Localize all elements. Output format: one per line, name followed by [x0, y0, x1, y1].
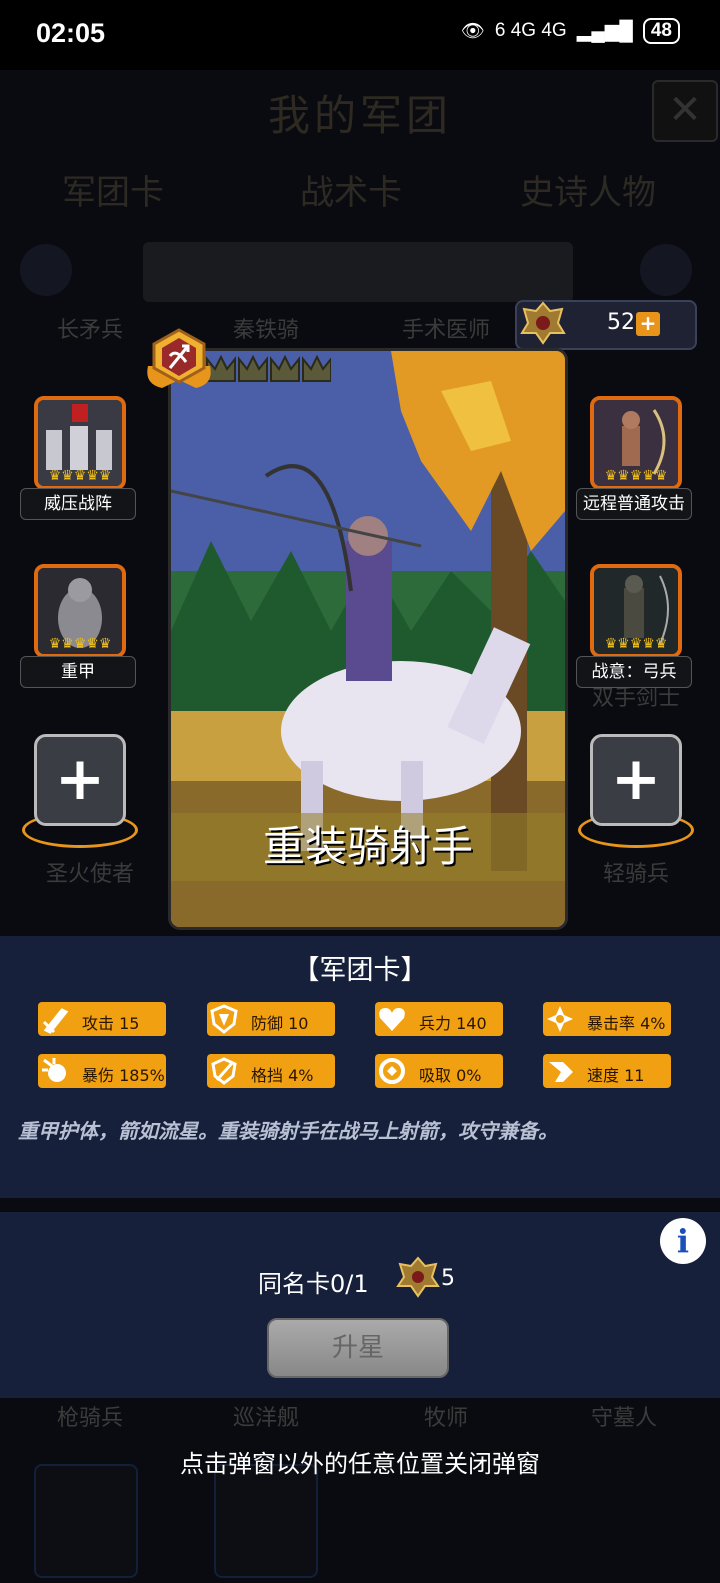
skill-label: 战意：弓兵	[576, 656, 692, 688]
unit-card: 重装骑射手	[168, 348, 568, 930]
search-input[interactable]	[143, 242, 573, 302]
stat-defense: 防御 10	[207, 1002, 335, 1036]
skill-label: 远程普通攻击	[576, 488, 692, 520]
status-icons: 👁 6 4G 4G ▂▄▆█ 48	[461, 18, 680, 44]
card-description: 重甲护体，箭如流星。重装骑射手在战马上射箭，攻守兼备。	[18, 1119, 558, 1143]
panel-title: 【军团卡】	[292, 955, 428, 986]
block-icon	[211, 1057, 237, 1085]
stat-crit-rate: 暴击率 4%	[543, 1002, 671, 1036]
skill-stars: ♛♛♛♛♛	[604, 468, 668, 484]
card-name: 重装骑射手	[171, 813, 565, 881]
rank-value: 52	[607, 310, 635, 335]
upgrade-cost: 5	[441, 1266, 455, 1291]
upgrade-star-button[interactable]: 升星	[267, 1318, 449, 1378]
page-title: 我的军团	[267, 91, 452, 140]
eagle-emblem-icon	[396, 1256, 440, 1298]
unit-slot[interactable]	[34, 1464, 138, 1578]
unit-name: 枪骑兵	[56, 1406, 123, 1431]
list-menu-icon[interactable]	[20, 244, 72, 296]
unit-name: 牧师	[423, 1406, 468, 1431]
skill-label: 威压战阵	[20, 488, 136, 520]
skill-label: 重甲	[20, 656, 136, 688]
stat-attack: 攻击 15	[38, 1002, 166, 1036]
close-hint: 点击弹窗以外的任意位置关闭弹窗	[180, 1450, 540, 1478]
status-bar: 02:05 👁 6 4G 4G ▂▄▆█ 48	[0, 0, 720, 70]
unit-name: 守墓人	[590, 1406, 657, 1431]
tab-epic-characters[interactable]: 史诗人物	[520, 165, 656, 214]
signal-icon: ▂▄▆█	[576, 20, 633, 42]
network-label: 6 4G 4G	[494, 20, 567, 41]
speed-icon	[549, 1062, 573, 1082]
archer-class-badge-icon	[147, 328, 211, 388]
crit-damage-icon	[42, 1058, 66, 1082]
skill-stars: ♛♛♛♛♛	[604, 636, 668, 652]
shield-icon	[210, 1004, 238, 1034]
crit-icon	[547, 1006, 573, 1032]
unit-name: 轻骑兵	[602, 862, 669, 887]
skill-slot-right-2[interactable]: ♛♛♛♛♛	[590, 564, 682, 658]
stat-troops: 兵力 140	[375, 1002, 503, 1036]
unit-slot[interactable]	[214, 1464, 318, 1578]
stat-crit-damage: 暴伤 185%	[38, 1054, 166, 1088]
tab-tactics-cards[interactable]: 战术卡	[300, 165, 402, 214]
duplicate-card-count: 同名卡0/1	[258, 1270, 369, 1298]
tab-legion-cards[interactable]: 军团卡	[62, 165, 164, 214]
heart-icon	[379, 1008, 405, 1031]
add-skill-button-right[interactable]: +	[590, 734, 682, 826]
close-button[interactable]: ✕	[652, 80, 718, 142]
unit-name: 手术医师	[401, 318, 490, 343]
sword-icon	[42, 1008, 69, 1034]
add-skill-button-left[interactable]: +	[34, 734, 126, 826]
unit-name: 巡洋舰	[232, 1406, 299, 1431]
stat-speed: 速度 11	[543, 1054, 671, 1088]
eye-icon: 👁	[460, 21, 485, 42]
battery-level: 48	[642, 18, 680, 44]
add-currency-button[interactable]: +	[636, 312, 660, 336]
stat-block: 格挡 4%	[207, 1054, 335, 1088]
filter-icon[interactable]	[640, 244, 692, 296]
clock: 02:05	[36, 18, 106, 48]
skill-stars: ♛♛♛♛♛	[48, 468, 112, 484]
eagle-emblem-icon	[520, 301, 566, 345]
skill-stars: ♛♛♛♛♛	[48, 636, 112, 652]
unit-name: 圣火使者	[45, 862, 134, 887]
skill-slot-right-1[interactable]: ♛♛♛♛♛	[590, 396, 682, 490]
skill-slot-left-1[interactable]: ♛♛♛♛♛	[34, 396, 126, 490]
drain-icon	[379, 1058, 405, 1084]
skill-slot-left-2[interactable]: ♛♛♛♛♛	[34, 564, 126, 658]
stat-drain: 吸取 0%	[375, 1054, 503, 1088]
info-button[interactable]: i	[660, 1218, 706, 1264]
